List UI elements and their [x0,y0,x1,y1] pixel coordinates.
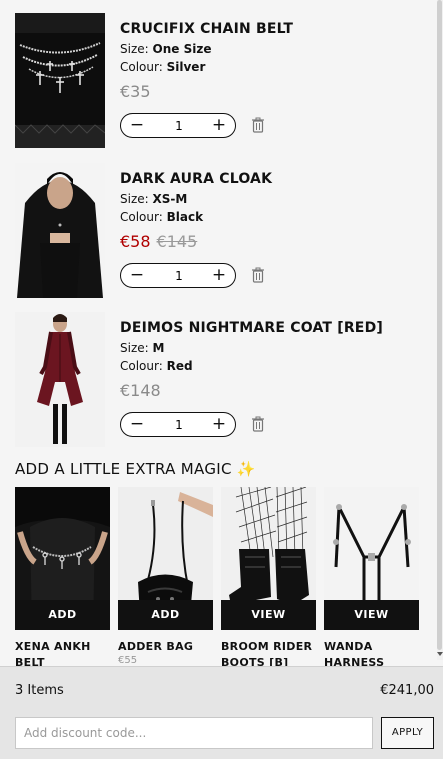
upsell-card: ADD XENA ANKH BELT [15,487,110,666]
trash-icon[interactable] [251,267,265,283]
sparkles-icon: ✨ [236,460,256,478]
upsell-product-name[interactable]: BROOM RIDER BOOTS [B] [221,639,316,666]
minus-icon[interactable]: − [123,264,151,287]
item-size: Size: One Size [120,42,212,56]
cart-total: €241,00 [380,683,434,698]
scroll-down-arrow-icon[interactable] [437,652,443,656]
scrollbar-thumb[interactable] [437,0,442,650]
cart-item: CRUCIFIX CHAIN BELT Size: One Size Colou… [15,13,425,149]
item-size: Size: M [120,341,165,355]
upsell-heading: ADD A LITTLE EXTRA MAGIC ✨ [15,460,256,478]
cart-item: DARK AURA CLOAK Size: XS-M Colour: Black… [15,163,425,299]
product-image-chain-belt[interactable] [15,13,105,148]
quantity-stepper: − + [120,263,236,288]
plus-icon[interactable]: + [205,114,233,137]
item-price: €148 [120,381,161,400]
product-image-wanda-harness[interactable]: VIEW [324,487,419,630]
item-price-row: €148 [120,381,425,401]
upsell-product-price: €55 [118,655,138,666]
quantity-input[interactable] [157,267,201,284]
item-title[interactable]: DARK AURA CLOAK [120,171,425,187]
minus-icon[interactable]: − [123,114,151,137]
quantity-stepper: − + [120,412,236,437]
add-button[interactable]: ADD [118,600,213,630]
quantity-input[interactable] [157,416,201,433]
minus-icon[interactable]: − [123,413,151,436]
upsell-card: VIEW WANDA HARNESS [324,487,419,666]
item-title[interactable]: CRUCIFIX CHAIN BELT [120,21,425,37]
item-sale-price: €58 [120,232,151,251]
plus-icon[interactable]: + [205,413,233,436]
item-colour: Colour: Red [120,359,193,373]
upsell-product-name[interactable]: ADDER BAG [118,639,213,655]
cart-item: DEIMOS NIGHTMARE COAT [RED] Size: M Colo… [15,312,425,448]
discount-code-input[interactable] [15,717,373,749]
upsell-product-name[interactable]: WANDA HARNESS [324,639,419,666]
upsell-card: ADD ADDER BAG €55 [118,487,213,666]
item-title[interactable]: DEIMOS NIGHTMARE COAT [RED] [120,320,425,336]
item-colour: Colour: Silver [120,60,206,74]
quantity-input[interactable] [157,117,201,134]
trash-icon[interactable] [251,117,265,133]
upsell-carousel: ADD XENA ANKH BELT ADD ADDER BAG €55 VIE… [15,487,443,666]
upsell-product-name[interactable]: XENA ANKH BELT [15,639,110,666]
cart-drawer: CRUCIFIX CHAIN BELT Size: One Size Colou… [0,0,443,666]
view-button[interactable]: VIEW [324,600,419,630]
items-count: 3 Items [15,683,64,698]
item-size: Size: XS-M [120,192,188,206]
product-image-ankh-belt[interactable]: ADD [15,487,110,630]
add-button[interactable]: ADD [15,600,110,630]
item-old-price: €145 [156,232,198,251]
quantity-stepper: − + [120,113,236,138]
apply-button[interactable]: APPLY [381,717,434,749]
product-image-broom-rider-boots[interactable]: VIEW [221,487,316,630]
item-price-row: €35 [120,82,425,102]
upsell-card: VIEW BROOM RIDER BOOTS [B] [221,487,316,666]
item-price: €35 [120,82,151,101]
view-button[interactable]: VIEW [221,600,316,630]
plus-icon[interactable]: + [205,264,233,287]
scrollbar[interactable] [437,0,443,660]
trash-icon[interactable] [251,416,265,432]
product-image-adder-bag[interactable]: ADD [118,487,213,630]
cart-footer: 3 Items €241,00 APPLY [0,666,443,759]
product-image-cloak[interactable] [15,163,105,298]
product-image-red-coat[interactable] [15,312,105,447]
item-colour: Colour: Black [120,210,204,224]
item-price-row: €58 €145 [120,232,425,252]
